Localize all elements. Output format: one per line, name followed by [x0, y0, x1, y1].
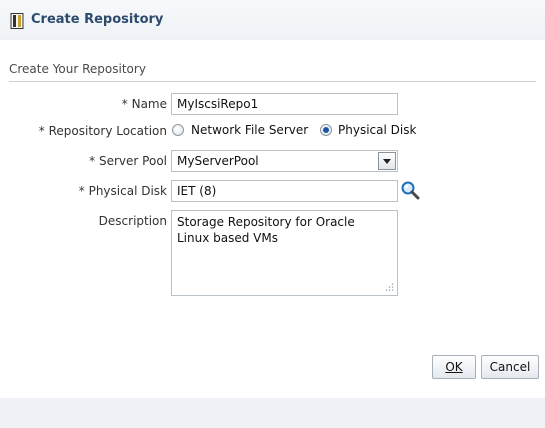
repository-icon [10, 13, 24, 29]
required-mark: * [78, 184, 85, 198]
chevron-down-icon[interactable] [378, 152, 396, 170]
required-mark: * [38, 124, 45, 138]
resize-grip-icon[interactable] [384, 282, 394, 292]
server-pool-label: * Server Pool [89, 154, 167, 168]
description-textarea[interactable]: Storage Repository for Oracle Linux base… [171, 210, 398, 296]
ok-button[interactable]: OK [432, 355, 476, 379]
physical-disk-field-label: * Physical Disk [79, 184, 167, 198]
physical-disk-radio[interactable] [320, 124, 332, 136]
cancel-button-label: Cancel [489, 360, 531, 374]
section-title: Create Your Repository [9, 62, 146, 76]
network-file-server-radio[interactable] [172, 124, 184, 136]
description-label: Description [98, 214, 167, 228]
section-divider [9, 81, 536, 82]
physical-disk-input[interactable]: IET (8) [171, 180, 398, 202]
server-pool-select[interactable]: MyServerPool [171, 150, 398, 172]
dialog-footer [0, 398, 545, 428]
physical-disk-label[interactable]: Physical Disk [338, 123, 416, 137]
dialog-title: Create Repository [31, 12, 164, 27]
name-input[interactable]: MyIscsiRepo1 [171, 93, 398, 115]
ok-button-label: OK [445, 360, 463, 374]
name-label-text: Name [131, 97, 167, 111]
dialog-header: Create Repository [0, 0, 545, 40]
required-mark: * [89, 154, 96, 168]
server-pool-value: MyServerPool [177, 154, 259, 168]
server-pool-label-text: Server Pool [99, 154, 167, 168]
search-icon[interactable] [400, 180, 420, 200]
physical-disk-field-label-text: Physical Disk [88, 184, 167, 198]
description-text: Storage Repository for Oracle Linux base… [177, 215, 355, 245]
repository-location-label-text: Repository Location [48, 124, 167, 138]
network-file-server-label[interactable]: Network File Server [191, 123, 308, 137]
cancel-button[interactable]: Cancel [481, 355, 539, 379]
name-label: * Name [122, 97, 167, 111]
required-mark: * [121, 97, 128, 111]
repository-location-label: * Repository Location [39, 124, 167, 138]
